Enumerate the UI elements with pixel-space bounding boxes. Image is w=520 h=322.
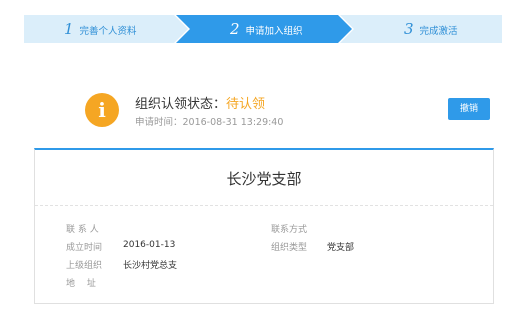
claim-status: 组织认领状态：待认领: [135, 93, 265, 112]
organization-title: 长沙党支部: [226, 170, 302, 188]
step-number: 1: [64, 20, 74, 38]
step-number: 2: [230, 20, 240, 38]
contact-method-label: 联系方式: [271, 225, 308, 235]
step-complete-profile: 1 完善个人资料: [64, 15, 137, 43]
parent-org-value: 长沙村党总支: [123, 261, 178, 271]
step-label: 申请加入组织: [245, 26, 303, 37]
step-label: 完善个人资料: [79, 26, 137, 37]
progress-stepper: 1 完善个人资料 2 申请加入组织 3 完成激活: [24, 15, 502, 43]
step-apply-join-org: 2 申请加入组织: [230, 15, 303, 43]
cancel-button[interactable]: 撤销: [448, 98, 490, 120]
contact-label: 联 系 人: [66, 225, 99, 235]
step-label: 完成激活: [419, 26, 458, 37]
address-label: 地 址: [66, 279, 96, 289]
card-divider: [35, 205, 493, 206]
step-number: 3: [404, 20, 414, 38]
founded-label: 成立时间: [66, 243, 103, 253]
organization-card: 长沙党支部 联 系 人 联系方式 成立时间 2016-01-13 组织类型 党支…: [34, 148, 494, 304]
parent-org-label: 上级组织: [66, 261, 103, 271]
claim-status-label: 组织认领状态：: [135, 97, 227, 112]
org-type-value: 党支部: [327, 243, 355, 253]
org-type-label: 组织类型: [271, 243, 308, 253]
step-complete-activation: 3 完成激活: [404, 15, 458, 43]
apply-time: 申请时间：2016-08-31 13:29:40: [135, 117, 284, 128]
info-icon: i: [85, 93, 119, 127]
founded-value: 2016-01-13: [123, 240, 176, 250]
claim-status-value: 待认领: [226, 97, 266, 112]
